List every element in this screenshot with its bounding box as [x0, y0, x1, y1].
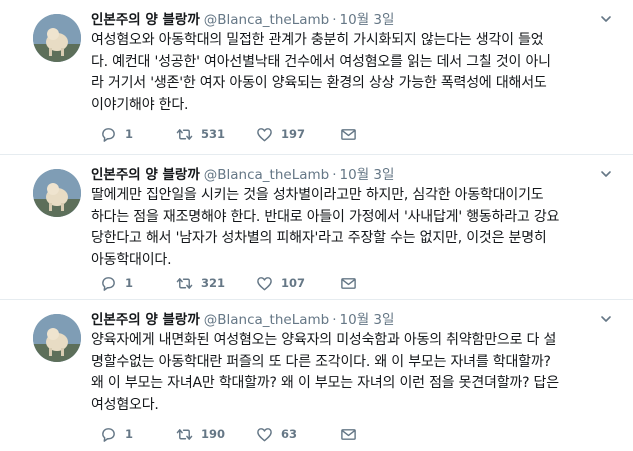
- display-name[interactable]: 인본주의 양 블랑까: [91, 167, 200, 183]
- direct-message-button[interactable]: [340, 424, 365, 444]
- retweet-icon: [176, 128, 193, 140]
- envelope-icon: [341, 128, 356, 140]
- user-handle[interactable]: @Blanca_theLamb: [204, 167, 329, 183]
- tweet-text-line: 당한다고 해서 '남자가 성차별의 피해자'라고 주장할 수는 없지만, 이것은…: [91, 230, 547, 246]
- tweet-text-line: 여성혐오와 아동학대의 밀접한 관계가 충분히 가시화되지 않는다는 생각이 들…: [91, 32, 544, 48]
- chevron-down-icon[interactable]: [599, 167, 613, 181]
- reply-icon: [102, 127, 115, 142]
- display-name[interactable]: 인본주의 양 블랑까: [91, 12, 200, 28]
- reply-count: 1: [125, 276, 134, 290]
- tweet-text: 양육자에게 내면화된 여성혐오는 양육자의 미성숙함과 아동의 취약함만으로 다…: [91, 330, 611, 416]
- tweet-text: 딸에게만 집안일을 시키는 것을 성차별이라고만 하지만, 심각한 아동학대이기…: [91, 185, 611, 271]
- user-handle[interactable]: @Blanca_theLamb: [204, 12, 329, 28]
- tweet-text-line: 라 거기서 '생존'한 여자 아동이 양육되는 환경의 상상 가능한 폭력성에 …: [91, 75, 547, 91]
- like-button[interactable]: 63: [256, 424, 297, 444]
- reply-icon: [102, 427, 115, 442]
- tweet-text-line: 하다는 점을 재조명해야 한다. 반대로 아들이 가정에서 '사내답게' 행동하…: [91, 208, 560, 225]
- retweet-icon: [176, 277, 193, 289]
- tweet-text-line: 양육자에게 내면화된 여성혐오는 양육자의 미성숙함과 아동의 취약함만으로 다…: [91, 332, 557, 348]
- retweet-count: 321: [201, 276, 226, 290]
- like-button[interactable]: 107: [256, 273, 305, 293]
- retweet-button[interactable]: 531: [176, 124, 225, 144]
- user-handle[interactable]: @Blanca_theLamb: [204, 312, 329, 328]
- tweet-text-line: 왜 이 부모는 자녀A만 학대할까? 왜 이 부모는 자녀의 이런 점을 못견뎌…: [91, 375, 559, 391]
- tweet-header: 인본주의 양 블랑까 @Blanca_theLamb · 10월 3일: [91, 310, 394, 330]
- retweet-count: 190: [201, 427, 226, 441]
- chevron-down-icon[interactable]: [599, 312, 613, 326]
- tweet[interactable]: 인본주의 양 블랑까 @Blanca_theLamb · 10월 3일 양육자에게 내…: [0, 300, 633, 451]
- like-button[interactable]: 197: [256, 124, 305, 144]
- like-count: 63: [281, 427, 298, 441]
- tweet-date[interactable]: 10월 3일: [340, 312, 395, 328]
- tweet-header: 인본주의 양 블랑까 @Blanca_theLamb · 10월 3일: [91, 165, 394, 185]
- envelope-icon: [341, 277, 356, 289]
- reply-count: 1: [125, 427, 134, 441]
- envelope-icon: [341, 428, 356, 440]
- display-name[interactable]: 인본주의 양 블랑까: [91, 312, 200, 328]
- separator-dot: ·: [332, 12, 337, 28]
- like-count: 197: [281, 127, 306, 141]
- tweet-text-line: 여성혐오다.: [91, 396, 159, 413]
- tweet[interactable]: 인본주의 양 블랑까 @Blanca_theLamb · 10월 3일 딸에게만 집안…: [0, 155, 633, 300]
- heart-icon: [257, 427, 272, 441]
- reply-button[interactable]: 1: [100, 424, 133, 444]
- tweet-date[interactable]: 10월 3일: [340, 167, 395, 183]
- tweet-header: 인본주의 양 블랑까 @Blanca_theLamb · 10월 3일: [91, 10, 394, 30]
- avatar[interactable]: [33, 169, 81, 217]
- tweet-text: 여성혐오와 아동학대의 밀접한 관계가 충분히 가시화되지 않는다는 생각이 들…: [91, 30, 611, 116]
- reply-button[interactable]: 1: [100, 273, 133, 293]
- direct-message-button[interactable]: [340, 273, 365, 293]
- separator-dot: ·: [332, 167, 337, 183]
- timeline: 인본주의 양 블랑까 @Blanca_theLamb · 10월 3일 여성혐오와 아…: [0, 0, 633, 451]
- tweet-text-line: 아동학대이다.: [91, 251, 172, 268]
- separator-dot: ·: [332, 312, 337, 328]
- retweet-count: 531: [201, 127, 226, 141]
- retweet-button[interactable]: 321: [176, 273, 225, 293]
- retweet-icon: [176, 428, 193, 440]
- tweet-text-line: 다. 예컨대 '성공한' 여아선별낙태 건수에서 여성혐오를 읽는 데서 그칠 …: [91, 53, 551, 70]
- direct-message-button[interactable]: [340, 124, 365, 144]
- tweet-date[interactable]: 10월 3일: [340, 12, 395, 28]
- tweet-text-line: 딸에게만 집안일을 시키는 것을 성차별이라고만 하지만, 심각한 아동학대이기…: [91, 187, 544, 203]
- tweet-text-line: 이야기해야 한다.: [91, 96, 189, 113]
- reply-button[interactable]: 1: [100, 124, 133, 144]
- avatar[interactable]: [33, 314, 81, 362]
- heart-icon: [257, 276, 272, 290]
- heart-icon: [257, 127, 272, 141]
- avatar[interactable]: [33, 14, 81, 62]
- tweet[interactable]: 인본주의 양 블랑까 @Blanca_theLamb · 10월 3일 여성혐오와 아…: [0, 0, 633, 155]
- reply-count: 1: [125, 127, 134, 141]
- retweet-button[interactable]: 190: [176, 424, 225, 444]
- reply-icon: [102, 276, 115, 291]
- chevron-down-icon[interactable]: [599, 12, 613, 26]
- like-count: 107: [281, 276, 306, 290]
- tweet-text-line: 명할수없는 아동학대란 퍼즐의 또 다른 조각이다. 왜 이 부모는 자녀를 학…: [91, 353, 551, 370]
